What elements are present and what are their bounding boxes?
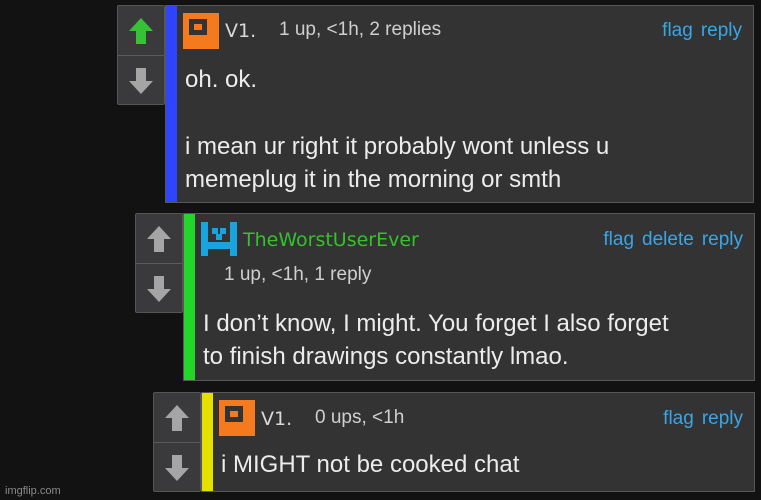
comment-card: V1. 0 ups, <1h flag reply i MIGHT not be… <box>201 392 755 492</box>
comment-meta: 1 up, <1h, 1 reply <box>224 264 372 285</box>
comment-actions: flag reply <box>662 20 742 42</box>
arrow-down-icon <box>165 454 189 481</box>
thread-accent-bar <box>166 6 177 202</box>
imgflip-watermark: imgflip.com <box>5 485 61 497</box>
arrow-up-icon <box>129 17 153 44</box>
comment-text-paragraph: i mean ur right it probably wont unless … <box>185 133 610 193</box>
vote-box <box>135 213 183 313</box>
comment-card: TheWorstUserEver flag delete reply 1 up,… <box>183 213 755 381</box>
downvote-button[interactable] <box>118 55 164 105</box>
orange-square-avatar-icon[interactable] <box>219 400 255 436</box>
flag-link[interactable]: flag <box>662 20 693 42</box>
reply-link[interactable]: reply <box>701 20 742 42</box>
comment-text-line: oh. ok. <box>185 66 258 93</box>
reply-link[interactable]: reply <box>702 408 743 430</box>
delete-link[interactable]: delete <box>642 229 694 251</box>
upvote-button[interactable] <box>118 6 164 55</box>
comment-text-paragraph: I don’t know, I might. You forget I also… <box>203 310 669 370</box>
comment-card: V1. 1 up, <1h, 2 replies flag reply oh. … <box>165 5 754 203</box>
arrow-up-icon <box>165 404 189 431</box>
thread-accent-bar <box>184 214 195 380</box>
blue-pixel-avatar-icon[interactable] <box>201 222 237 256</box>
orange-square-avatar-icon[interactable] <box>183 13 219 49</box>
arrow-down-icon <box>129 67 153 94</box>
username[interactable]: V1. <box>225 20 256 42</box>
comment-actions: flag delete reply <box>603 229 743 251</box>
comment-actions: flag reply <box>663 408 743 430</box>
downvote-button[interactable] <box>136 263 182 313</box>
vote-box <box>153 392 201 492</box>
thread-accent-bar <box>202 393 213 491</box>
flag-link[interactable]: flag <box>663 408 694 430</box>
arrow-up-icon <box>147 225 171 252</box>
arrow-down-icon <box>147 275 171 302</box>
flag-link[interactable]: flag <box>603 229 634 251</box>
vote-box <box>117 5 165 105</box>
username[interactable]: V1. <box>261 408 292 430</box>
upvote-button[interactable] <box>136 214 182 263</box>
downvote-button[interactable] <box>154 442 200 492</box>
comment-meta: 1 up, <1h, 2 replies <box>279 19 442 40</box>
upvote-button[interactable] <box>154 393 200 442</box>
username[interactable]: TheWorstUserEver <box>243 229 419 251</box>
comment-meta: 0 ups, <1h <box>315 407 405 428</box>
reply-link[interactable]: reply <box>702 229 743 251</box>
comment-text-line: i MIGHT not be cooked chat <box>221 451 520 478</box>
